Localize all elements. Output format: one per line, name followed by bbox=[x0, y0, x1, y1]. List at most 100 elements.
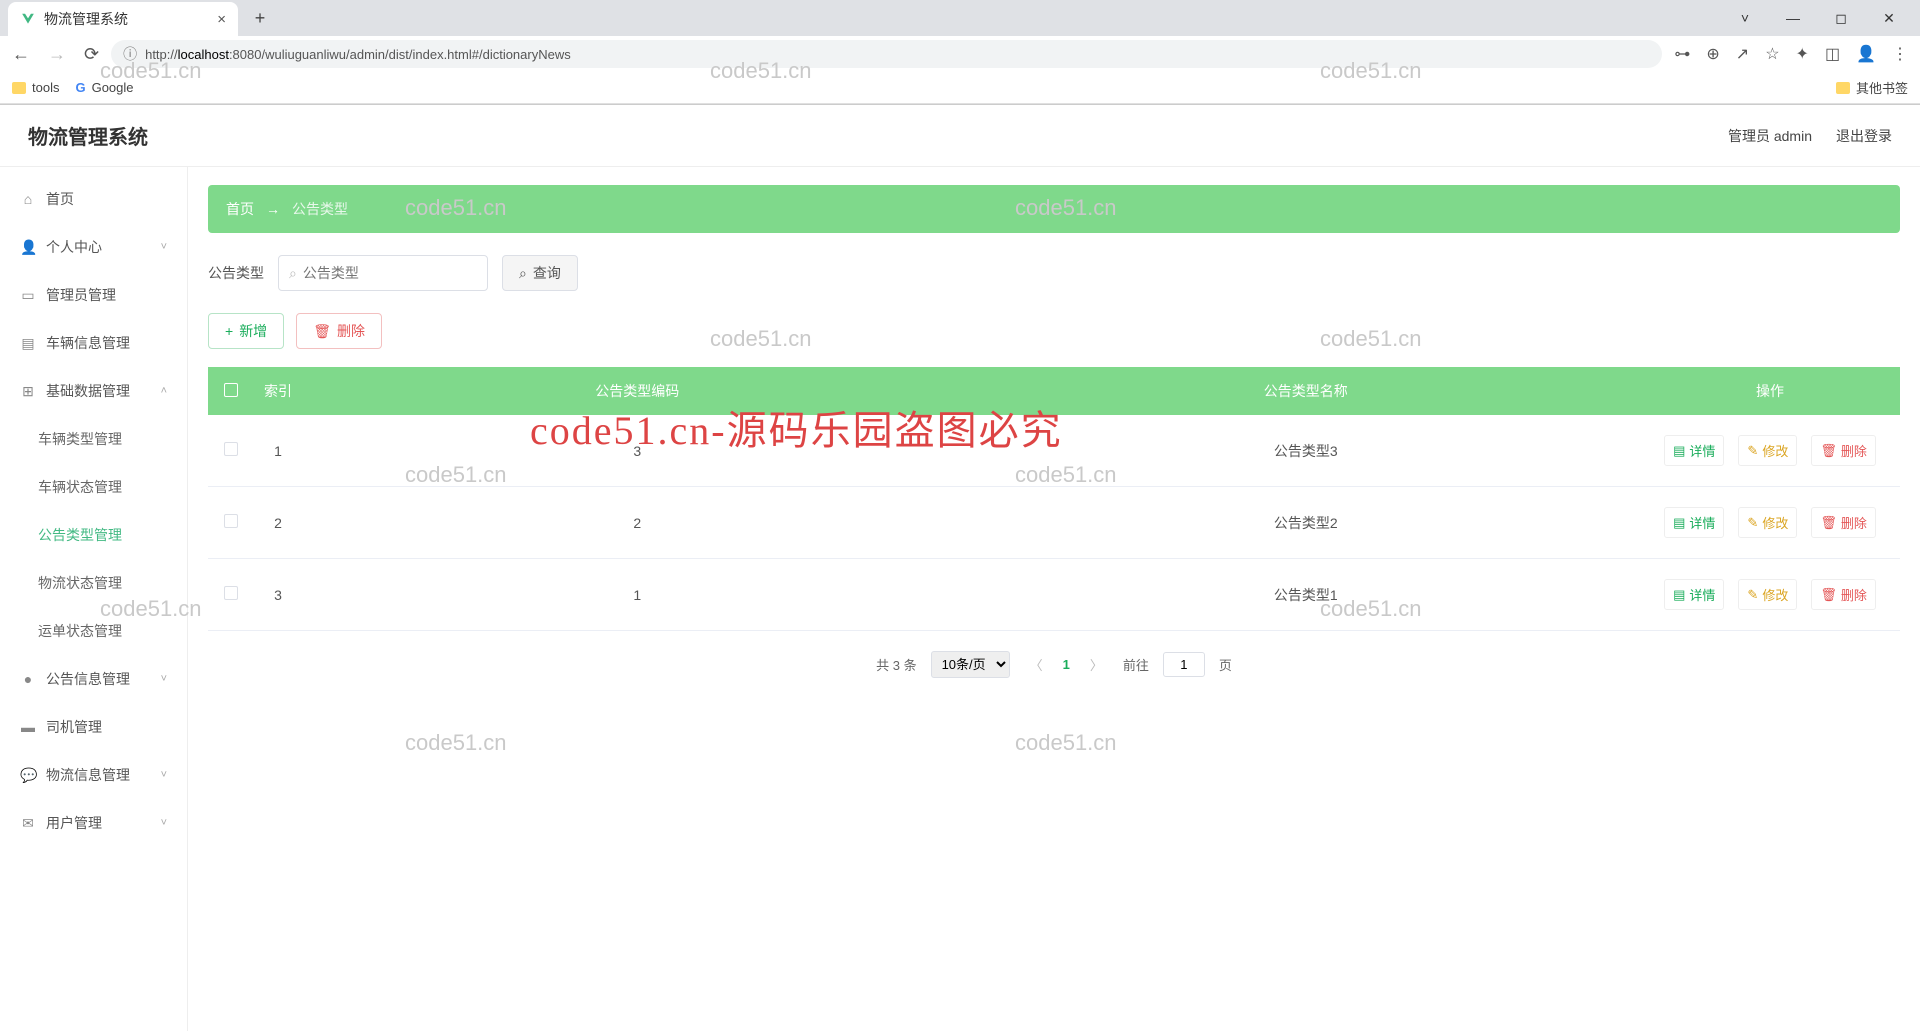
address-bar: ← → ⟳ ⓘ http://localhost:8080/wuliuguanl… bbox=[0, 36, 1920, 72]
cell-code: 2 bbox=[303, 487, 972, 559]
more-menu-icon[interactable]: ⋮ bbox=[1892, 44, 1908, 64]
new-tab-button[interactable]: + bbox=[246, 4, 274, 32]
app-title: 物流管理系统 bbox=[28, 121, 148, 150]
row-checkbox[interactable] bbox=[224, 514, 238, 528]
next-page-icon[interactable]: 〉 bbox=[1084, 655, 1109, 674]
select-all-checkbox[interactable] bbox=[224, 383, 238, 397]
row-delete-button[interactable]: 🗑删除 bbox=[1811, 507, 1876, 538]
search-icon: ⌕ bbox=[289, 265, 297, 282]
nav-icon: ● bbox=[20, 671, 36, 687]
forward-icon[interactable]: → bbox=[48, 44, 66, 65]
detail-button[interactable]: ▤详情 bbox=[1664, 507, 1724, 538]
chevron-down-icon[interactable]: ˅ bbox=[1730, 10, 1760, 27]
window-controls: ˅ — ◻ ✕ bbox=[1730, 10, 1912, 27]
logout-button[interactable]: 退出登录 bbox=[1836, 126, 1892, 146]
announcement-type-input[interactable] bbox=[303, 265, 484, 281]
bookmark-google[interactable]: GGoogle bbox=[75, 80, 133, 95]
user-label[interactable]: 管理员 admin bbox=[1728, 126, 1812, 146]
sidebar-item[interactable]: ▬司机管理 bbox=[0, 703, 187, 751]
row-delete-button[interactable]: 🗑删除 bbox=[1811, 435, 1876, 466]
sidebar-item-label: 首页 bbox=[46, 189, 74, 209]
password-key-icon[interactable]: ⊶ bbox=[1674, 44, 1690, 64]
trash-icon: 🗑 bbox=[1820, 443, 1837, 459]
sidebar-item[interactable]: ●公告信息管理˅ bbox=[0, 655, 187, 703]
sidebar-item-label: 公告信息管理 bbox=[46, 669, 130, 689]
edit-button[interactable]: ✎修改 bbox=[1738, 507, 1797, 538]
delete-button[interactable]: 🗑 删除 bbox=[296, 313, 382, 349]
sidebar-item[interactable]: ▭管理员管理 bbox=[0, 271, 187, 319]
profile-avatar-icon[interactable]: 👤 bbox=[1856, 44, 1876, 64]
reload-icon[interactable]: ⟳ bbox=[84, 44, 99, 65]
sidebar-sub-item[interactable]: 公告类型管理 bbox=[0, 511, 187, 559]
cell-index: 2 bbox=[253, 487, 303, 559]
site-info-icon[interactable]: ⓘ bbox=[123, 44, 137, 64]
detail-button[interactable]: ▤详情 bbox=[1664, 435, 1724, 466]
sidebar-item[interactable]: 👤个人中心˅ bbox=[0, 223, 187, 271]
maximize-icon[interactable]: ◻ bbox=[1826, 10, 1856, 27]
edit-button[interactable]: ✎修改 bbox=[1738, 579, 1797, 610]
row-checkbox[interactable] bbox=[224, 442, 238, 456]
edit-button[interactable]: ✎修改 bbox=[1738, 435, 1797, 466]
bookmark-star-icon[interactable]: ☆ bbox=[1765, 44, 1779, 64]
bookmark-other[interactable]: 其他书签 bbox=[1836, 78, 1908, 97]
search-button[interactable]: ⌕ 查询 bbox=[502, 255, 578, 291]
bookmark-tools[interactable]: tools bbox=[12, 80, 59, 95]
tab-close-icon[interactable]: × bbox=[217, 11, 226, 28]
nav-icon: ⌂ bbox=[20, 191, 36, 207]
url-input[interactable]: ⓘ http://localhost:8080/wuliuguanliwu/ad… bbox=[111, 40, 1662, 68]
nav-icon: ⊞ bbox=[20, 383, 36, 400]
sidebar-item-label: 用户管理 bbox=[46, 813, 102, 833]
detail-button[interactable]: ▤详情 bbox=[1664, 579, 1724, 610]
sidebar-item[interactable]: ⌂ 首页 bbox=[0, 175, 187, 223]
cell-code: 3 bbox=[303, 415, 972, 487]
table-header: 公告类型编码 bbox=[303, 367, 972, 415]
back-icon[interactable]: ← bbox=[12, 44, 30, 65]
share-icon[interactable]: ↗ bbox=[1736, 44, 1749, 64]
tab-title: 物流管理系统 bbox=[44, 9, 128, 29]
add-button[interactable]: + 新增 bbox=[208, 313, 284, 349]
sidebar-item[interactable]: ✉用户管理˅ bbox=[0, 799, 187, 847]
extensions-icon[interactable]: ✦ bbox=[1796, 44, 1809, 64]
table-header bbox=[208, 367, 253, 415]
breadcrumb-home[interactable]: 首页 bbox=[226, 199, 254, 219]
close-window-icon[interactable]: ✕ bbox=[1874, 10, 1904, 27]
trash-icon: 🗑 bbox=[1820, 515, 1837, 531]
row-delete-button[interactable]: 🗑删除 bbox=[1811, 579, 1876, 610]
zoom-icon[interactable]: ⊕ bbox=[1706, 44, 1719, 64]
row-checkbox[interactable] bbox=[224, 586, 238, 600]
table-row: 2 2 公告类型2 ▤详情 ✎修改 🗑删除 bbox=[208, 487, 1900, 559]
sidebar-item[interactable]: ▤车辆信息管理 bbox=[0, 319, 187, 367]
sidebar-item[interactable]: ⊞ 基础数据管理 ˄ bbox=[0, 367, 187, 415]
cell-code: 1 bbox=[303, 559, 972, 631]
edit-icon: ✎ bbox=[1747, 443, 1758, 459]
sidebar-sub-item[interactable]: 物流状态管理 bbox=[0, 559, 187, 607]
sidebar-sub-item[interactable]: 车辆类型管理 bbox=[0, 415, 187, 463]
sidebar-item-label: 基础数据管理 bbox=[46, 381, 130, 401]
prev-page-icon[interactable]: 〈 bbox=[1024, 655, 1049, 674]
sidebar-sub-item[interactable]: 车辆状态管理 bbox=[0, 463, 187, 511]
doc-icon: ▤ bbox=[1673, 443, 1685, 459]
side-panel-icon[interactable]: ◫ bbox=[1825, 44, 1840, 64]
browser-tab[interactable]: 物流管理系统 × bbox=[8, 2, 238, 36]
sidebar-item[interactable]: 💬物流信息管理˅ bbox=[0, 751, 187, 799]
page-size-select[interactable]: 10条/页 bbox=[931, 651, 1010, 678]
vue-favicon-icon bbox=[20, 11, 36, 27]
folder-icon bbox=[1836, 82, 1850, 94]
sidebar-item-label: 物流信息管理 bbox=[46, 765, 130, 785]
folder-icon bbox=[12, 82, 26, 94]
edit-icon: ✎ bbox=[1747, 515, 1758, 531]
doc-icon: ▤ bbox=[1673, 515, 1685, 531]
add-button-label: 新增 bbox=[239, 321, 267, 341]
current-page[interactable]: 1 bbox=[1063, 657, 1070, 672]
nav-icon: ▤ bbox=[20, 335, 36, 352]
filter-row: 公告类型 ⌕ ⌕ 查询 bbox=[208, 255, 1900, 291]
goto-page-input[interactable] bbox=[1163, 652, 1205, 677]
table-row: 1 3 公告类型3 ▤详情 ✎修改 🗑删除 bbox=[208, 415, 1900, 487]
plus-icon: + bbox=[225, 323, 233, 339]
bookmarks-bar: tools GGoogle 其他书签 bbox=[0, 72, 1920, 104]
chevron-icon: ˄ bbox=[161, 385, 167, 397]
table-header: 索引 bbox=[253, 367, 303, 415]
cell-name: 公告类型1 bbox=[972, 559, 1641, 631]
minimize-icon[interactable]: — bbox=[1778, 10, 1808, 27]
sidebar-sub-item[interactable]: 运单状态管理 bbox=[0, 607, 187, 655]
